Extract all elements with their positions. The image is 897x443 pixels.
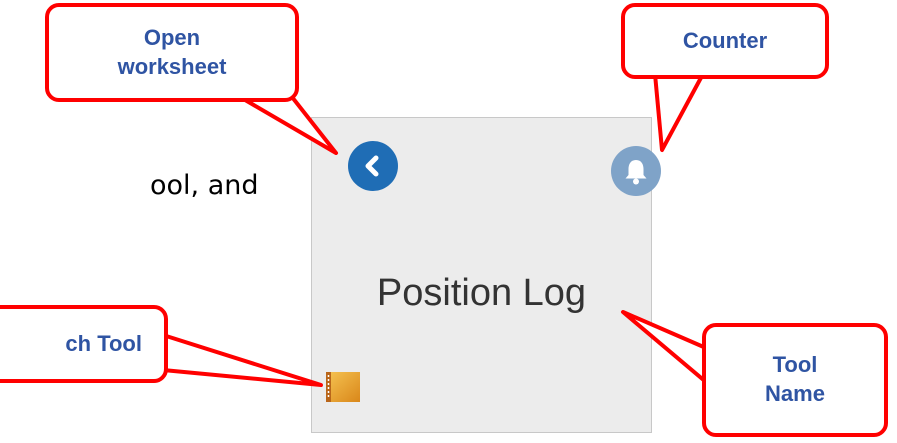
counter-button[interactable] — [611, 146, 661, 196]
notebook-icon[interactable] — [322, 370, 364, 404]
counter-pointer — [653, 72, 705, 152]
counter-callout: Counter — [621, 3, 829, 79]
tool-name-callout: Tool Name — [702, 323, 888, 437]
callout-open-line1: Open — [143, 24, 201, 50]
callout-counter-label: Counter — [682, 27, 768, 53]
callout-launch-label: ch Tool — [65, 330, 142, 356]
position-log-tile[interactable]: Position Log — [311, 117, 661, 433]
launch-tool-callout: ch Tool — [0, 305, 168, 383]
background-text: ool, and — [150, 170, 259, 201]
launch-tool-pointer — [161, 333, 323, 387]
chevron-left-icon — [365, 155, 379, 177]
callout-toolname-line1: Tool — [772, 352, 818, 378]
tool-name: Position Log — [376, 272, 587, 314]
bell-icon — [625, 160, 647, 185]
callout-open-line2: worksheet — [117, 53, 227, 79]
callout-toolname-line2: Name — [765, 381, 825, 406]
open-worksheet-callout: Open worksheet — [45, 3, 299, 102]
open-worksheet-button[interactable] — [348, 141, 398, 191]
